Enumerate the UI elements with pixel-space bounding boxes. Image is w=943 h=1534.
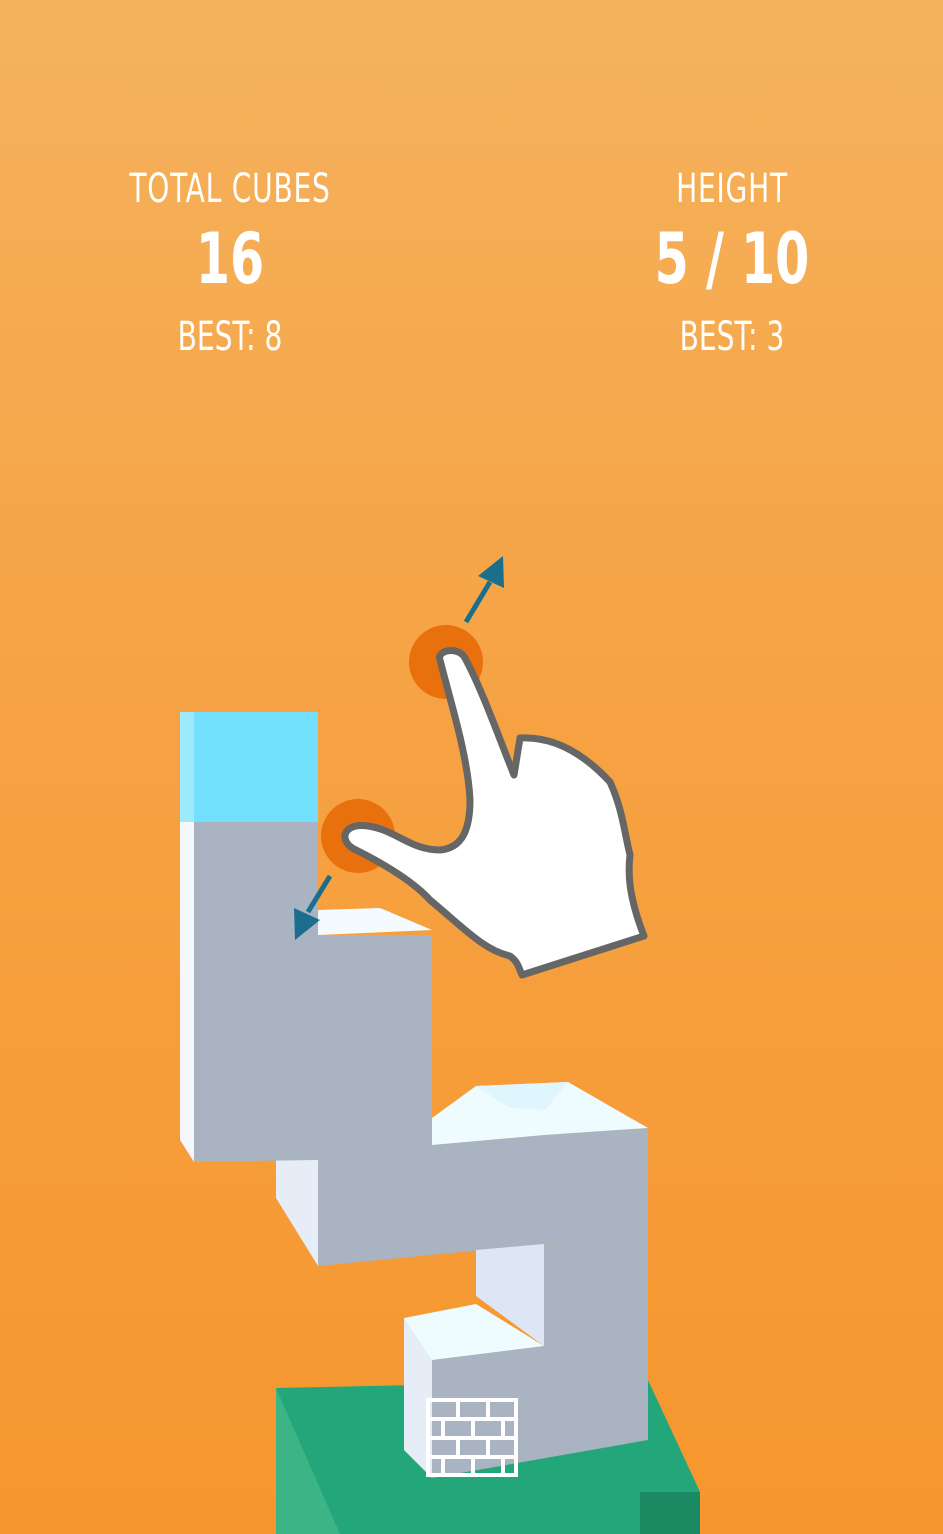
arrow-up-right-icon [463, 556, 504, 624]
tower-scene[interactable] [0, 0, 943, 1534]
